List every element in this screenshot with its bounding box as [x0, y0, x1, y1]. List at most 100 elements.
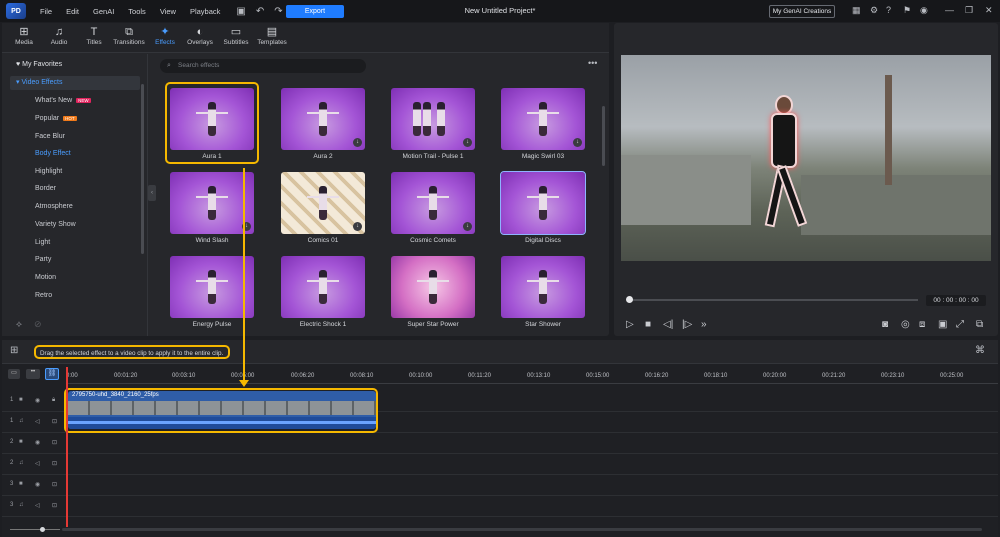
effect-electric-shock-1[interactable]: Electric Shock 1 [281, 256, 365, 328]
effect-digital-discs[interactable]: Digital Discs [500, 171, 586, 244]
export-button[interactable]: Export [286, 5, 344, 18]
menu-tools[interactable]: Tools [128, 7, 146, 16]
audio-track-3[interactable] [2, 496, 998, 517]
zoom-slider[interactable] [10, 529, 60, 530]
sidebar-item-light[interactable]: Light [35, 239, 50, 246]
fullscreen-icon[interactable]: ⤢ [956, 319, 964, 330]
effect-star-shower[interactable]: Star Shower [501, 256, 585, 328]
fast-forward-icon[interactable]: » [701, 319, 707, 330]
menu-view[interactable]: View [160, 7, 176, 16]
restore-icon[interactable]: ❐ [965, 5, 973, 16]
sidebar-item-motion[interactable]: Motion [35, 274, 56, 281]
sidebar-item-popular[interactable]: Popular HOT [35, 115, 77, 122]
menu-file[interactable]: File [40, 7, 52, 16]
add-media-icon[interactable]: ⊞ [10, 345, 18, 356]
download-icon[interactable]: ↓ [463, 222, 472, 231]
speaker-icon[interactable]: ◁ [35, 460, 40, 467]
sidebar-item-video-effects[interactable]: ▾ Video Effects [10, 76, 140, 90]
sidebar-item-retro[interactable]: Retro [35, 292, 52, 299]
menu-genai[interactable]: GenAI [93, 7, 114, 16]
sidebar-item-variety-show[interactable]: Variety Show [35, 221, 76, 228]
track-options-icon[interactable]: •• [26, 369, 40, 379]
video-track-3[interactable] [2, 475, 998, 496]
effect-comics-01[interactable]: ↓ Comics 01 [281, 172, 365, 244]
pip-icon[interactable]: ▣ [938, 319, 947, 330]
tab-audio[interactable]: ♫ Audio [39, 26, 79, 46]
crop-icon[interactable]: ⧈ [919, 319, 925, 330]
eye-icon[interactable]: ◉ [35, 397, 40, 404]
notification-icon[interactable]: ⚑ [903, 5, 911, 16]
speaker-icon[interactable]: ◁ [35, 418, 40, 425]
grid-scrollbar[interactable] [602, 106, 605, 166]
menu-playback[interactable]: Playback [190, 7, 220, 16]
download-icon[interactable]: ↓ [463, 138, 472, 147]
settings-icon[interactable]: ⚙ [870, 5, 878, 16]
track-view-icon[interactable]: ▭ [8, 369, 20, 379]
stop-icon[interactable]: ■ [645, 319, 651, 330]
my-genai-creations-button[interactable]: My GenAI Creations [769, 5, 835, 18]
sidebar-item-whats-new[interactable]: What's New NEW [35, 97, 91, 104]
lock-icon[interactable]: ⊡ [52, 460, 57, 467]
download-icon[interactable]: ↓ [353, 138, 362, 147]
speaker-icon[interactable]: ◁ [35, 502, 40, 509]
eye-icon[interactable]: ◉ [35, 439, 40, 446]
sidebar-item-highlight[interactable]: Highlight [35, 168, 62, 175]
search-input[interactable]: Search effects [160, 59, 366, 73]
download-icon[interactable]: ↓ [573, 138, 582, 147]
sidebar-item-party[interactable]: Party [35, 256, 51, 263]
lock-icon[interactable]: ⊡ [52, 502, 57, 509]
lock-icon[interactable]: ⊡ [52, 418, 57, 425]
audio-track-2[interactable] [2, 454, 998, 475]
playhead[interactable] [66, 367, 68, 527]
tab-effects[interactable]: ✦ Effects [145, 26, 185, 46]
snapshot-icon[interactable]: ◙ [882, 319, 888, 330]
save-icon[interactable]: ▣ [236, 6, 245, 17]
download-icon[interactable]: ↓ [353, 222, 362, 231]
sidebar-scrollbar[interactable] [141, 84, 144, 254]
sidebar-item-atmosphere[interactable]: Atmosphere [35, 203, 73, 210]
preview-scrubber[interactable] [628, 299, 918, 301]
lock-icon[interactable]: ⊡ [52, 439, 57, 446]
tab-titles[interactable]: T Titles [74, 26, 114, 46]
play-icon[interactable]: ▷ [626, 319, 634, 330]
tab-overlays[interactable]: ◐ Overlays [180, 26, 220, 46]
tab-subtitles[interactable]: ▭ Subtitles [216, 26, 256, 46]
lock-icon[interactable]: 🔒︎ [52, 397, 55, 404]
eye-icon[interactable]: ◉ [35, 481, 40, 488]
scrubber-knob[interactable] [626, 296, 633, 303]
video-track-2[interactable] [2, 433, 998, 454]
sidebar-item-face-blur[interactable]: Face Blur [35, 133, 65, 140]
effect-motion-trail-pulse-1[interactable]: ↓ Motion Trail - Pulse 1 [391, 88, 475, 160]
redo-icon[interactable]: ↷ [274, 6, 282, 17]
effect-super-star-power[interactable]: Super Star Power [391, 256, 475, 328]
next-frame-icon[interactable]: |▷ [682, 319, 692, 330]
effect-wind-slash[interactable]: ↓ Wind Slash [170, 172, 254, 244]
link-icon[interactable]: ⛓ [45, 368, 59, 380]
more-options-icon[interactable]: ••• [588, 58, 597, 68]
tab-templates[interactable]: ▤ Templates [252, 26, 292, 46]
account-icon[interactable]: ◉ [920, 5, 928, 16]
prev-frame-icon[interactable]: ◁| [663, 319, 673, 330]
effect-aura-2[interactable]: ↓ Aura 2 [281, 88, 365, 160]
zoom-knob[interactable] [40, 527, 45, 532]
layout-icon[interactable]: ▦ [852, 5, 861, 16]
lock-icon[interactable]: ⊡ [52, 481, 57, 488]
magic-wand-icon[interactable]: ⟡ [16, 319, 22, 330]
timeline-settings-icon[interactable]: ⌘ [975, 345, 985, 356]
effect-energy-pulse[interactable]: Energy Pulse [170, 256, 254, 328]
tab-transitions[interactable]: ⧉ Transitions [109, 26, 149, 46]
close-icon[interactable]: ✕ [985, 5, 993, 16]
undo-icon[interactable]: ↶ [256, 6, 264, 17]
help-icon[interactable]: ? [886, 5, 891, 15]
record-icon[interactable]: ◎ [901, 319, 910, 330]
sidebar-item-favorites[interactable]: ♥ My Favorites [16, 61, 62, 68]
effect-magic-swirl-03[interactable]: ↓ Magic Swirl 03 [501, 88, 585, 160]
tab-media[interactable]: ⊞ Media [4, 26, 44, 46]
timeline-scrollbar[interactable] [62, 528, 982, 531]
minimize-icon[interactable]: — [945, 5, 954, 15]
sidebar-item-border[interactable]: Border [35, 185, 56, 192]
menu-edit[interactable]: Edit [66, 7, 79, 16]
effect-cosmic-comets[interactable]: ↓ Cosmic Comets [391, 172, 475, 244]
sidebar-item-body-effect[interactable]: Body Effect [35, 150, 71, 157]
detach-icon[interactable]: ⧉ [976, 319, 983, 330]
